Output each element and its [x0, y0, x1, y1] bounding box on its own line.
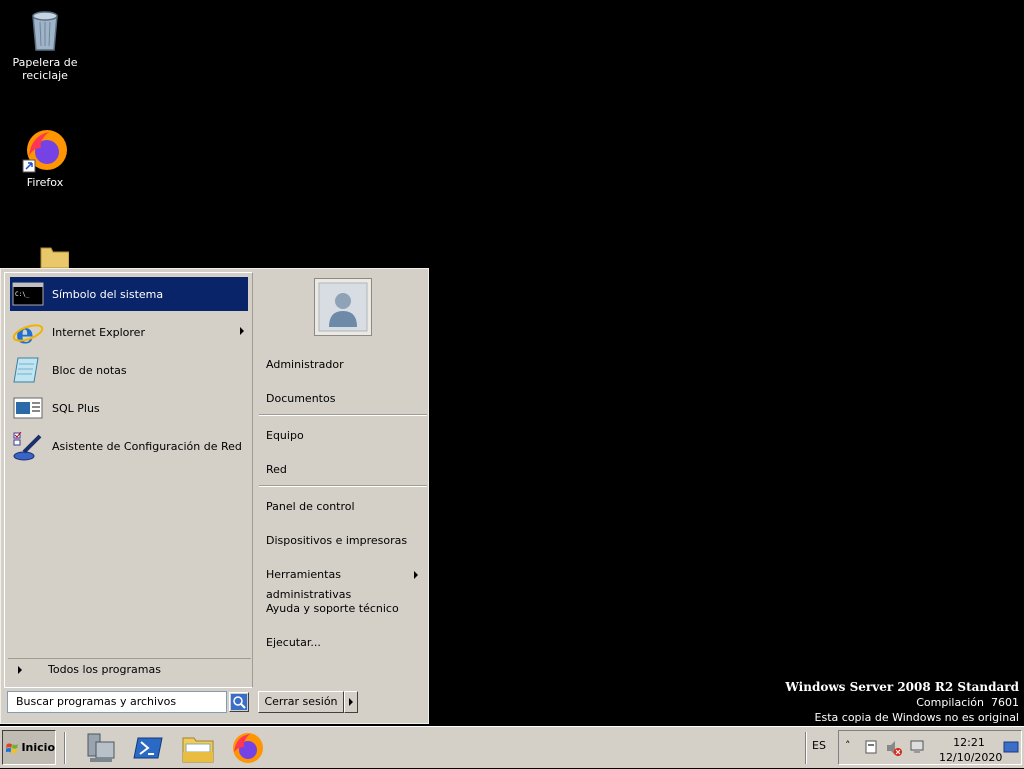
recycle-bin-label: Papelera de reciclaje — [12, 56, 78, 82]
start-label: Inicio — [21, 741, 55, 754]
program-label: Asistente de Configuración de Red — [52, 439, 242, 453]
program-item-network-wizard[interactable]: Asistente de Configuración de Red — [10, 429, 248, 463]
separator — [259, 485, 427, 487]
recycle-bin-icon — [21, 6, 69, 54]
menu-item-network[interactable]: Red — [266, 460, 426, 480]
windows-logo-icon — [6, 743, 18, 753]
watermark-build: Compilación 7601 — [916, 696, 1019, 709]
powershell-icon[interactable] — [130, 730, 166, 766]
windows-watermark: Windows Server 2008 R2 Standard Compilac… — [785, 680, 1019, 725]
language-indicator[interactable]: ES — [812, 739, 826, 752]
search-input[interactable]: Buscar programas y archivos — [7, 691, 227, 713]
logoff-button[interactable]: Cerrar sesión — [258, 691, 344, 713]
all-programs-arrow-icon — [18, 665, 22, 674]
program-item-sql-plus[interactable]: SQL Plus — [10, 391, 248, 425]
separator — [259, 414, 427, 416]
start-menu-programs-pane: C:\_ Símbolo del sistema e Internet Expl… — [4, 272, 253, 688]
server-manager-icon[interactable] — [82, 730, 118, 766]
menu-item-documents[interactable]: Documentos — [266, 389, 426, 409]
menu-item-control-panel[interactable]: Panel de control — [266, 497, 426, 517]
program-label: SQL Plus — [52, 401, 100, 415]
taskbar-separator — [64, 732, 66, 764]
taskbar: Inicio ES ˄ 12:21 12/10/2020 — [0, 726, 1024, 768]
svg-text:e: e — [16, 317, 34, 348]
menu-item-devices-printers[interactable]: Dispositivos e impresoras — [266, 531, 426, 551]
svg-text:C:\_: C:\_ — [15, 291, 30, 298]
clock-date[interactable]: 12/10/2020 — [939, 751, 1002, 764]
desktop-icon-firefox[interactable]: Firefox — [5, 126, 85, 189]
watermark-edition: Windows Server 2008 R2 Standard — [785, 680, 1019, 694]
all-programs-button[interactable]: Todos los programas — [8, 658, 251, 680]
start-menu-places-pane: Administrador Documentos Equipo Red Pane… — [256, 272, 427, 688]
watermark-genuine: Esta copia de Windows no es original — [814, 711, 1019, 724]
menu-item-administrator[interactable]: Administrador — [266, 355, 426, 375]
program-item-command-prompt[interactable]: C:\_ Símbolo del sistema — [10, 277, 248, 311]
system-tray: ˄ 12:21 12/10/2020 — [838, 730, 1022, 765]
start-menu: C:\_ Símbolo del sistema e Internet Expl… — [0, 268, 429, 724]
volume-muted-icon[interactable] — [885, 739, 903, 760]
submenu-arrow-icon — [240, 327, 244, 335]
desktop-icon-recycle-bin[interactable]: Papelera de reciclaje — [5, 6, 85, 82]
explorer-icon[interactable] — [180, 730, 216, 766]
start-button[interactable]: Inicio — [2, 730, 56, 765]
menu-item-admin-tools[interactable]: Herramientas administrativas — [266, 565, 426, 601]
all-programs-label: Todos los programas — [48, 663, 161, 676]
program-item-internet-explorer[interactable]: e Internet Explorer — [10, 315, 248, 350]
program-label: Internet Explorer — [52, 325, 145, 339]
show-hidden-icons-chevron-icon[interactable]: ˄ — [845, 739, 851, 752]
menu-item-computer[interactable]: Equipo — [266, 426, 426, 446]
sql-plus-icon — [12, 392, 44, 424]
firefox-taskbar-icon[interactable] — [230, 730, 266, 766]
network-tray-icon[interactable] — [909, 739, 925, 758]
folder-icon — [21, 246, 70, 269]
search-button[interactable] — [229, 692, 249, 712]
program-label: Símbolo del sistema — [52, 287, 164, 301]
program-item-notepad[interactable]: Bloc de notas — [10, 353, 248, 387]
menu-item-help[interactable]: Ayuda y soporte técnico — [266, 599, 426, 619]
clock-time[interactable]: 12:21 — [939, 736, 999, 749]
program-label: Bloc de notas — [52, 363, 127, 377]
firefox-icon — [21, 126, 69, 174]
network-wizard-icon — [12, 430, 44, 462]
notepad-icon — [12, 354, 44, 386]
command-prompt-icon: C:\_ — [12, 278, 44, 310]
logoff-options-button[interactable] — [344, 691, 358, 713]
menu-item-run[interactable]: Ejecutar... — [266, 633, 426, 653]
admin-tools-label: Herramientas administrativas — [266, 568, 352, 601]
action-center-icon[interactable] — [863, 739, 879, 758]
desktop-icon-folder[interactable] — [5, 246, 85, 270]
user-avatar[interactable] — [314, 278, 372, 336]
submenu-arrow-icon — [414, 571, 418, 579]
show-desktop-icon[interactable] — [1003, 739, 1019, 758]
internet-explorer-icon: e — [12, 316, 44, 350]
taskbar-separator — [805, 732, 807, 764]
firefox-label: Firefox — [26, 176, 64, 189]
search-icon — [231, 694, 247, 710]
